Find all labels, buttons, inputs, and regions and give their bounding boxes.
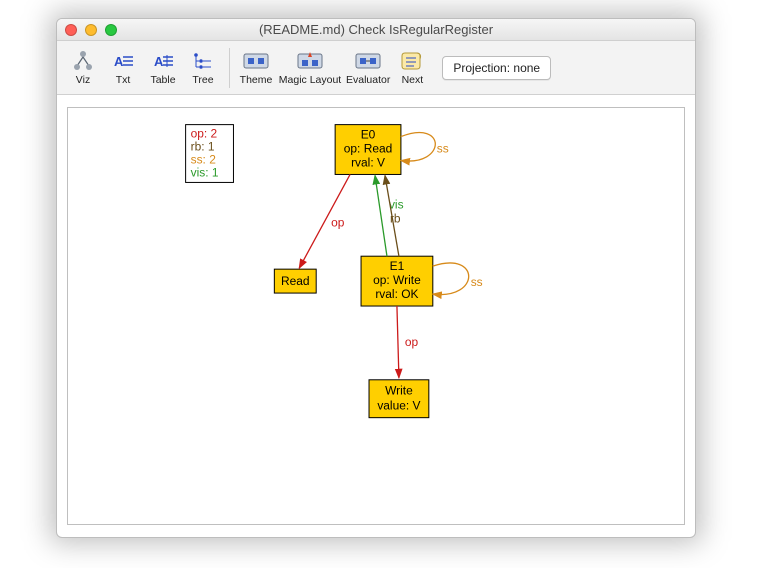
- svg-text:A: A: [114, 54, 124, 69]
- node-write[interactable]: Write value: V: [369, 380, 429, 418]
- next-label: Next: [402, 75, 424, 86]
- svg-text:Read: Read: [281, 274, 310, 288]
- viz-icon: [69, 49, 97, 73]
- node-e1[interactable]: E1 op: Write rval: OK: [361, 256, 433, 306]
- edge-e1-write: [397, 306, 399, 378]
- tree-label: Tree: [192, 75, 213, 86]
- legend-box: op: 2 rb: 1 ss: 2 vis: 1: [186, 125, 234, 183]
- txt-label: Txt: [116, 75, 131, 86]
- projection-button[interactable]: Projection: none: [442, 56, 551, 80]
- txt-icon: A: [109, 49, 137, 73]
- magic-layout-icon: [296, 49, 324, 73]
- table-icon: A: [149, 49, 177, 73]
- next-button[interactable]: Next: [392, 47, 432, 88]
- toolbar-separator: [229, 48, 230, 88]
- svg-text:value: V: value: V: [377, 399, 420, 413]
- next-icon: [398, 49, 426, 73]
- edge-e1-ss-label: ss: [471, 275, 483, 289]
- evaluator-label: Evaluator: [346, 75, 390, 86]
- svg-text:op: Read: op: Read: [344, 142, 393, 156]
- edge-e0-ss: [401, 133, 435, 161]
- tree-button[interactable]: Tree: [183, 47, 223, 88]
- edge-e1-write-label: op: [405, 335, 419, 349]
- svg-text:Write: Write: [385, 384, 413, 398]
- app-window: (README.md) Check IsRegularRegister Viz: [56, 18, 696, 538]
- legend-vis: vis: 1: [191, 165, 219, 179]
- edge-e1-ss: [433, 263, 469, 295]
- theme-icon: [242, 49, 270, 73]
- zoom-icon[interactable]: [105, 24, 117, 36]
- table-button[interactable]: A Table: [143, 47, 183, 88]
- minimize-icon[interactable]: [85, 24, 97, 36]
- edge-e1-e0-rb-label: rb: [390, 211, 401, 225]
- graph-canvas[interactable]: op: 2 rb: 1 ss: 2 vis: 1 E0 op: Read rva…: [67, 107, 685, 525]
- window-controls: [65, 24, 117, 36]
- svg-text:E0: E0: [361, 128, 376, 142]
- legend-op: op: 2: [191, 127, 218, 141]
- legend-rb: rb: 1: [191, 140, 215, 154]
- toolbar: Viz A Txt A: [57, 41, 695, 95]
- svg-text:rval: OK: rval: OK: [375, 287, 418, 301]
- edge-e0-ss-label: ss: [437, 142, 449, 156]
- edge-e1-e0-vis: [375, 175, 387, 256]
- svg-text:op: Write: op: Write: [373, 273, 421, 287]
- node-e0[interactable]: E0 op: Read rval: V: [335, 125, 401, 175]
- viz-button[interactable]: Viz: [63, 47, 103, 88]
- evaluator-icon: [354, 49, 382, 73]
- magic-layout-label: Magic Layout: [279, 75, 341, 86]
- magic-layout-button[interactable]: Magic Layout: [276, 47, 344, 88]
- edge-e0-read-label: op: [331, 215, 345, 229]
- svg-text:E1: E1: [390, 259, 405, 273]
- evaluator-button[interactable]: Evaluator: [344, 47, 392, 88]
- close-icon[interactable]: [65, 24, 77, 36]
- projection-label: Projection: none: [453, 61, 540, 75]
- titlebar: (README.md) Check IsRegularRegister: [57, 19, 695, 41]
- txt-button[interactable]: A Txt: [103, 47, 143, 88]
- tree-icon: [189, 49, 217, 73]
- theme-label: Theme: [240, 75, 273, 86]
- window-title: (README.md) Check IsRegularRegister: [259, 22, 493, 37]
- svg-text:A: A: [154, 54, 164, 69]
- svg-text:rval: V: rval: V: [351, 155, 385, 169]
- theme-button[interactable]: Theme: [236, 47, 276, 88]
- viz-label: Viz: [76, 75, 90, 86]
- table-label: Table: [150, 75, 175, 86]
- legend-ss: ss: 2: [191, 152, 217, 166]
- node-read[interactable]: Read: [274, 269, 316, 293]
